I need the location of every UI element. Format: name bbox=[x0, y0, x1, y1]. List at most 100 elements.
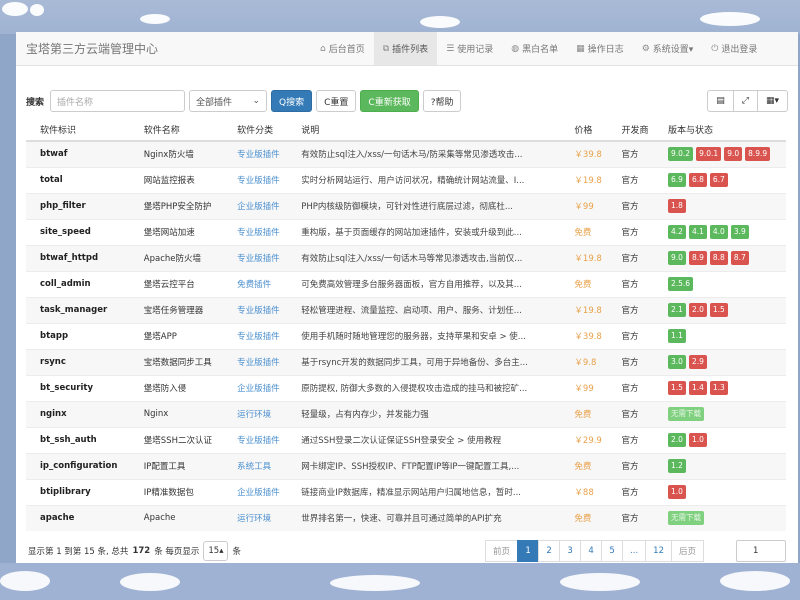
table-row[interactable]: btiplibrary IP精准数据包 企业版插件 链接商业IP数据库，精准显示网站用… bbox=[26, 478, 786, 505]
version-badge[interactable]: 4.1 bbox=[688, 225, 707, 239]
jump-page-input[interactable]: 1 bbox=[736, 540, 786, 562]
version-badge[interactable]: 9.0.2 bbox=[668, 147, 694, 162]
plugin-category[interactable]: 专业版插件 bbox=[223, 244, 288, 271]
nav-item-0[interactable]: ⌂ 后台首页 bbox=[311, 32, 374, 65]
page-button[interactable]: 5 bbox=[601, 540, 624, 562]
page-size-select[interactable]: 15▴ bbox=[203, 541, 229, 561]
version-badge[interactable]: 1.4 bbox=[688, 381, 707, 395]
column-header[interactable]: 开发商 bbox=[607, 119, 654, 142]
card-view-icon[interactable]: ▤ bbox=[707, 90, 734, 112]
plugin-category[interactable]: 企业版插件 bbox=[223, 478, 288, 505]
table-row[interactable]: task_manager 宝塔任务管理器 专业版插件 轻松管理进程、流量监控、启动项、… bbox=[26, 296, 786, 323]
plugin-name: 宝塔数据同步工具 bbox=[129, 348, 224, 375]
version-badge[interactable]: 9.0 bbox=[668, 251, 686, 265]
column-header[interactable]: 价格 bbox=[560, 119, 608, 142]
version-badge[interactable]: 无需下载 bbox=[668, 407, 704, 421]
version-badge[interactable]: 3.0 bbox=[668, 355, 686, 369]
page-button[interactable]: ... bbox=[622, 540, 647, 562]
fullscreen-icon[interactable]: ⤢ bbox=[732, 90, 758, 112]
version-badge[interactable]: 2.1 bbox=[668, 303, 686, 317]
version-badge[interactable]: 8.7 bbox=[730, 251, 749, 265]
version-badge[interactable]: 1.1 bbox=[668, 329, 686, 343]
refresh-button[interactable]: C重新获取 bbox=[360, 90, 419, 112]
nav-item-1[interactable]: ⧉ 插件列表 bbox=[373, 32, 438, 65]
prev-page-button[interactable]: 前页 bbox=[485, 540, 519, 562]
page-button[interactable]: 2 bbox=[538, 540, 561, 562]
plugin-name: Apache防火墙 bbox=[129, 244, 224, 271]
search-label: 搜索 bbox=[26, 97, 45, 108]
plugin-category[interactable]: 专业版插件 bbox=[223, 296, 288, 323]
version-badge[interactable]: 9.0.1 bbox=[696, 147, 722, 162]
page-button[interactable]: 3 bbox=[559, 540, 582, 562]
version-badge[interactable]: 1.5 bbox=[709, 303, 728, 317]
plugin-category[interactable]: 专业版插件 bbox=[223, 426, 288, 453]
table-row[interactable]: btapp 堡塔APP 专业版插件 使用手机随时随地管理您的服务器，支持苹果和安卓 >… bbox=[26, 322, 786, 349]
page-button[interactable]: 4 bbox=[580, 540, 603, 562]
plugin-category[interactable]: 专业版插件 bbox=[223, 166, 288, 193]
search-button[interactable]: Q搜索 bbox=[271, 90, 313, 112]
table-row[interactable]: nginx Nginx 运行环境 轻量级，占有内存少，并发能力强 免费 官方 无需下载 bbox=[26, 400, 786, 427]
table-row[interactable]: total 网站监控报表 专业版插件 实时分析网站运行、用户访问状况，精确统计网站流量… bbox=[26, 166, 786, 193]
nav-item-2[interactable]: ☰ 使用记录 bbox=[437, 32, 502, 65]
table-row[interactable]: rsync 宝塔数据同步工具 专业版插件 基于rsync开发的数据同步工具，可用于异地… bbox=[26, 348, 786, 375]
nav-item-4[interactable]: ▦ 操作日志 bbox=[567, 32, 633, 65]
table-row[interactable]: bt_ssh_auth 堡塔SSH二次认证 专业版插件 通过SSH登录二次认证保证SS… bbox=[26, 426, 786, 453]
version-badge[interactable]: 4.2 bbox=[668, 225, 686, 239]
search-input[interactable]: 插件名称 bbox=[50, 90, 186, 112]
table-row[interactable]: apache Apache 运行环境 世界排名第一，快速、可靠并且可通过简单的API扩… bbox=[26, 504, 786, 531]
plugin-category[interactable]: 专业版插件 bbox=[223, 348, 288, 375]
page-button[interactable]: 1 bbox=[517, 540, 540, 562]
version-badge[interactable]: 6.9 bbox=[668, 173, 686, 187]
column-header[interactable]: 版本与状态 bbox=[654, 119, 786, 142]
table-row[interactable]: php_filter 堡塔PHP安全防护 企业版插件 PHP内核级防御模块，可针对性进… bbox=[26, 192, 786, 219]
plugin-category[interactable]: 企业版插件 bbox=[223, 374, 288, 401]
version-badge[interactable]: 8.8 bbox=[709, 251, 728, 265]
table-row[interactable]: bt_security 堡塔防入侵 企业版插件 原防提权, 防御大多数的入侵提权攻击造… bbox=[26, 374, 786, 401]
version-badge[interactable]: 2.5.6 bbox=[668, 277, 694, 291]
column-header[interactable]: 说明 bbox=[287, 119, 561, 142]
plugin-versions: 9.0 8.9 8.8 8.7 bbox=[654, 244, 786, 271]
version-badge[interactable]: 1.3 bbox=[709, 381, 728, 395]
table-row[interactable]: ip_configuration IP配置工具 系统工具 网卡绑定IP、SSH授权IP… bbox=[26, 452, 786, 479]
category-filter-select[interactable]: 全部插件 ⌄ bbox=[189, 90, 268, 112]
version-badge[interactable]: 4.0 bbox=[709, 225, 728, 239]
plugin-category[interactable]: 专业版插件 bbox=[223, 322, 288, 349]
table-row[interactable]: coll_admin 堡塔云控平台 免费插件 可免费高效管理多台服务器面板，官方自用推… bbox=[26, 270, 786, 297]
plugin-category[interactable]: 企业版插件 bbox=[223, 192, 288, 219]
plugin-category[interactable]: 运行环境 bbox=[223, 400, 288, 427]
plugin-category[interactable]: 专业版插件 bbox=[223, 140, 288, 167]
reset-button[interactable]: C重置 bbox=[316, 90, 357, 112]
version-badge[interactable]: 1.2 bbox=[668, 459, 686, 473]
page-button[interactable]: 12 bbox=[645, 540, 672, 562]
version-badge[interactable]: 6.8 bbox=[688, 173, 707, 187]
nav-item-6[interactable]: ⏻ 退出登录 bbox=[702, 32, 766, 65]
version-badge[interactable]: 1.0 bbox=[668, 485, 686, 499]
table-row[interactable]: btwaf Nginx防火墙 专业版插件 有效防止sql注入/xss/一句话木马/防采… bbox=[26, 140, 786, 167]
version-badge[interactable]: 6.7 bbox=[709, 173, 728, 187]
nav-item-3[interactable]: ◍ 黑白名单 bbox=[502, 32, 567, 65]
version-badge[interactable]: 1.0 bbox=[688, 433, 707, 447]
table-row[interactable]: btwaf_httpd Apache防火墙 专业版插件 有效防止sql注入/xss/一… bbox=[26, 244, 786, 271]
version-badge[interactable]: 1.8 bbox=[668, 199, 686, 213]
version-badge[interactable]: 无需下载 bbox=[668, 511, 704, 526]
help-button[interactable]: ?帮助 bbox=[422, 90, 462, 112]
next-page-button[interactable]: 后页 bbox=[670, 540, 704, 562]
version-badge[interactable]: 2.9 bbox=[688, 355, 707, 369]
version-badge[interactable]: 9.0 bbox=[724, 147, 743, 162]
version-badge[interactable]: 2.0 bbox=[668, 433, 686, 447]
version-badge[interactable]: 2.0 bbox=[688, 303, 707, 317]
column-header[interactable]: 软件分类 bbox=[223, 119, 288, 142]
version-badge[interactable]: 8.9 bbox=[688, 251, 707, 265]
plugin-category[interactable]: 系统工具 bbox=[223, 452, 288, 479]
plugin-category[interactable]: 运行环境 bbox=[223, 504, 288, 531]
column-header[interactable]: 软件标识 bbox=[26, 119, 130, 142]
nav-item-5[interactable]: ⚙ 系统设置▾ bbox=[633, 32, 703, 65]
version-badge[interactable]: 1.5 bbox=[668, 381, 686, 395]
column-header[interactable]: 软件名称 bbox=[129, 119, 224, 142]
plugin-category[interactable]: 免费插件 bbox=[223, 270, 288, 297]
version-badge[interactable]: 8.9.9 bbox=[745, 147, 771, 162]
version-badge[interactable]: 3.9 bbox=[730, 225, 749, 239]
columns-icon[interactable]: ▦▾ bbox=[756, 90, 788, 112]
plugin-category[interactable]: 专业版插件 bbox=[223, 218, 288, 245]
table-row[interactable]: site_speed 堡塔网站加速 专业版插件 重构版，基于页面缓存的网站加速插件，安… bbox=[26, 218, 786, 245]
